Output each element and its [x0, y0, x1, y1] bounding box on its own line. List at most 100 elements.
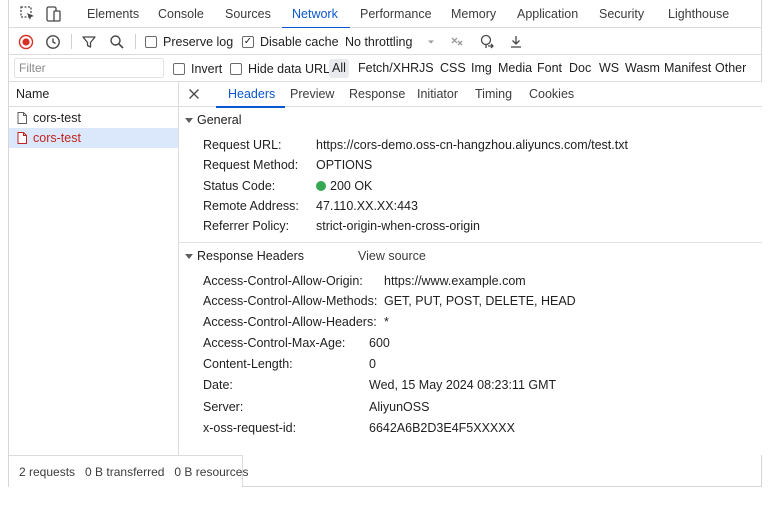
tab-initiator[interactable]: Initiator	[417, 82, 458, 107]
type-filter-manifest[interactable]: Manifest	[661, 59, 714, 78]
tab-headers[interactable]: Headers	[215, 82, 286, 108]
request-details: Headers Preview Response Initiator Timin…	[179, 82, 762, 455]
request-list: Name cors-test cors-test	[9, 82, 179, 455]
request-count: 2 requests	[19, 464, 76, 479]
search-icon[interactable]	[109, 34, 125, 50]
tab-preview[interactable]: Preview	[290, 82, 334, 107]
section-divider	[179, 242, 762, 243]
tab-cookies[interactable]: Cookies	[529, 82, 574, 107]
preserve-log-checkbox[interactable]	[145, 35, 157, 48]
tab-sources[interactable]: Sources	[225, 0, 271, 28]
request-row-selected[interactable]: cors-test	[9, 128, 178, 148]
type-filter-ws[interactable]: WS	[596, 59, 622, 78]
transferred-size: 0 B transferred	[85, 464, 165, 479]
network-toolbar: Preserve log ✓ Disable cache No throttli…	[9, 28, 761, 55]
invert-label: Invert	[191, 61, 223, 76]
name-column-header[interactable]: Name	[9, 82, 178, 107]
status-code-value: 200 OK	[316, 179, 372, 193]
export-har-icon[interactable]	[507, 33, 525, 51]
type-filter-css[interactable]: CSS	[437, 59, 469, 78]
type-filter-media[interactable]: Media	[495, 59, 535, 78]
header-value: *	[384, 315, 389, 329]
header-key: Access-Control-Allow-Methods:	[203, 294, 378, 308]
status-ok-icon	[316, 181, 326, 191]
type-filter-doc[interactable]: Doc	[566, 59, 594, 78]
tab-performance[interactable]: Performance	[360, 0, 432, 28]
record-icon[interactable]	[18, 34, 34, 50]
inspect-element-icon[interactable]	[19, 5, 37, 23]
header-key: Access-Control-Allow-Origin:	[203, 274, 363, 288]
type-filter-all[interactable]: All	[329, 59, 349, 78]
tab-security[interactable]: Security	[599, 0, 644, 28]
invert-checkbox[interactable]	[173, 62, 185, 75]
tab-elements[interactable]: Elements	[87, 0, 139, 28]
preserve-log-label: Preserve log	[163, 34, 234, 49]
tab-response[interactable]: Response	[349, 82, 405, 107]
request-method-value: OPTIONS	[316, 158, 373, 172]
expand-triangle-icon	[185, 117, 193, 123]
header-value: 600	[369, 336, 390, 350]
disable-cache-toggle[interactable]: ✓ Disable cache	[242, 28, 339, 55]
header-key: x-oss-request-id:	[203, 421, 297, 435]
network-status-bar: 2 requests 0 B transferred 0 B resources	[9, 455, 248, 487]
throttling-select[interactable]: No throttling	[345, 28, 436, 55]
devtools-window: Elements Console Sources Network Perform…	[8, 0, 762, 487]
document-error-icon	[17, 132, 27, 144]
request-url-key: Request URL:	[203, 138, 282, 152]
import-har-icon[interactable]	[479, 33, 497, 51]
filter-input[interactable]	[14, 58, 164, 78]
general-section-header[interactable]: General	[179, 109, 762, 131]
detail-tab-bar: Headers Preview Response Initiator Timin…	[179, 82, 762, 108]
type-filter-font[interactable]: Font	[534, 59, 565, 78]
header-value: https://www.example.com	[384, 274, 526, 288]
header-key: Access-Control-Max-Age:	[203, 336, 346, 350]
document-icon	[17, 112, 27, 124]
status-code-text: 200 OK	[330, 179, 373, 193]
remote-address-key: Remote Address:	[203, 199, 299, 213]
tab-application[interactable]: Application	[517, 0, 578, 28]
tab-memory[interactable]: Memory	[451, 0, 496, 28]
toolbar-separator	[71, 34, 72, 49]
header-key: Access-Control-Allow-Headers:	[203, 315, 377, 329]
header-value: GET, PUT, POST, DELETE, HEAD	[384, 294, 576, 308]
tab-console[interactable]: Console	[158, 0, 204, 28]
expand-triangle-icon	[185, 253, 193, 259]
view-source-link[interactable]: View source	[358, 249, 426, 263]
referrer-policy-value: strict-origin-when-cross-origin	[316, 219, 480, 233]
general-section-title: General	[197, 113, 242, 127]
remote-address-value: 47.110.XX.XX:443	[316, 199, 418, 213]
header-key: Date:	[203, 378, 233, 392]
network-conditions-icon[interactable]	[449, 34, 465, 50]
header-value: Wed, 15 May 2024 08:23:11 GMT	[369, 378, 557, 392]
chevron-down-icon	[428, 40, 435, 43]
tab-lighthouse[interactable]: Lighthouse	[668, 0, 729, 28]
tab-timing[interactable]: Timing	[475, 82, 512, 107]
toolbar-separator	[135, 34, 136, 49]
response-headers-section-header[interactable]: Response Headers	[179, 245, 762, 267]
header-key: Server:	[203, 400, 244, 414]
device-toolbar-icon[interactable]	[44, 5, 62, 23]
disable-cache-label: Disable cache	[260, 34, 339, 49]
filter-icon[interactable]	[81, 34, 97, 50]
hide-data-urls-toggle[interactable]: Hide data URLs	[230, 55, 336, 82]
hide-data-urls-label: Hide data URLs	[248, 61, 337, 76]
invert-toggle[interactable]: Invert	[173, 55, 222, 82]
referrer-policy-key: Referrer Policy:	[203, 219, 290, 233]
request-row[interactable]: cors-test	[9, 108, 178, 128]
status-code-key: Status Code:	[203, 179, 276, 193]
type-filter-img[interactable]: Img	[468, 59, 495, 78]
disable-cache-checkbox[interactable]: ✓	[242, 35, 254, 48]
type-filter-other[interactable]: Other	[712, 59, 749, 78]
request-name: cors-test	[33, 131, 81, 145]
type-filter-wasm[interactable]: Wasm	[622, 59, 663, 78]
close-icon[interactable]	[187, 87, 201, 101]
response-headers-title: Response Headers	[197, 249, 305, 263]
request-url-value: https://cors-demo.oss-cn-hangzhou.aliyun…	[316, 138, 628, 152]
preserve-log-toggle[interactable]: Preserve log	[145, 28, 233, 55]
clear-icon[interactable]	[45, 34, 61, 50]
type-filter-fetch-xhr[interactable]: Fetch/XHR	[355, 59, 422, 78]
header-key: Content-Length:	[203, 357, 293, 371]
type-filter-js[interactable]: JS	[416, 59, 437, 78]
hide-data-urls-checkbox[interactable]	[230, 62, 242, 75]
tab-network[interactable]: Network	[282, 0, 350, 29]
